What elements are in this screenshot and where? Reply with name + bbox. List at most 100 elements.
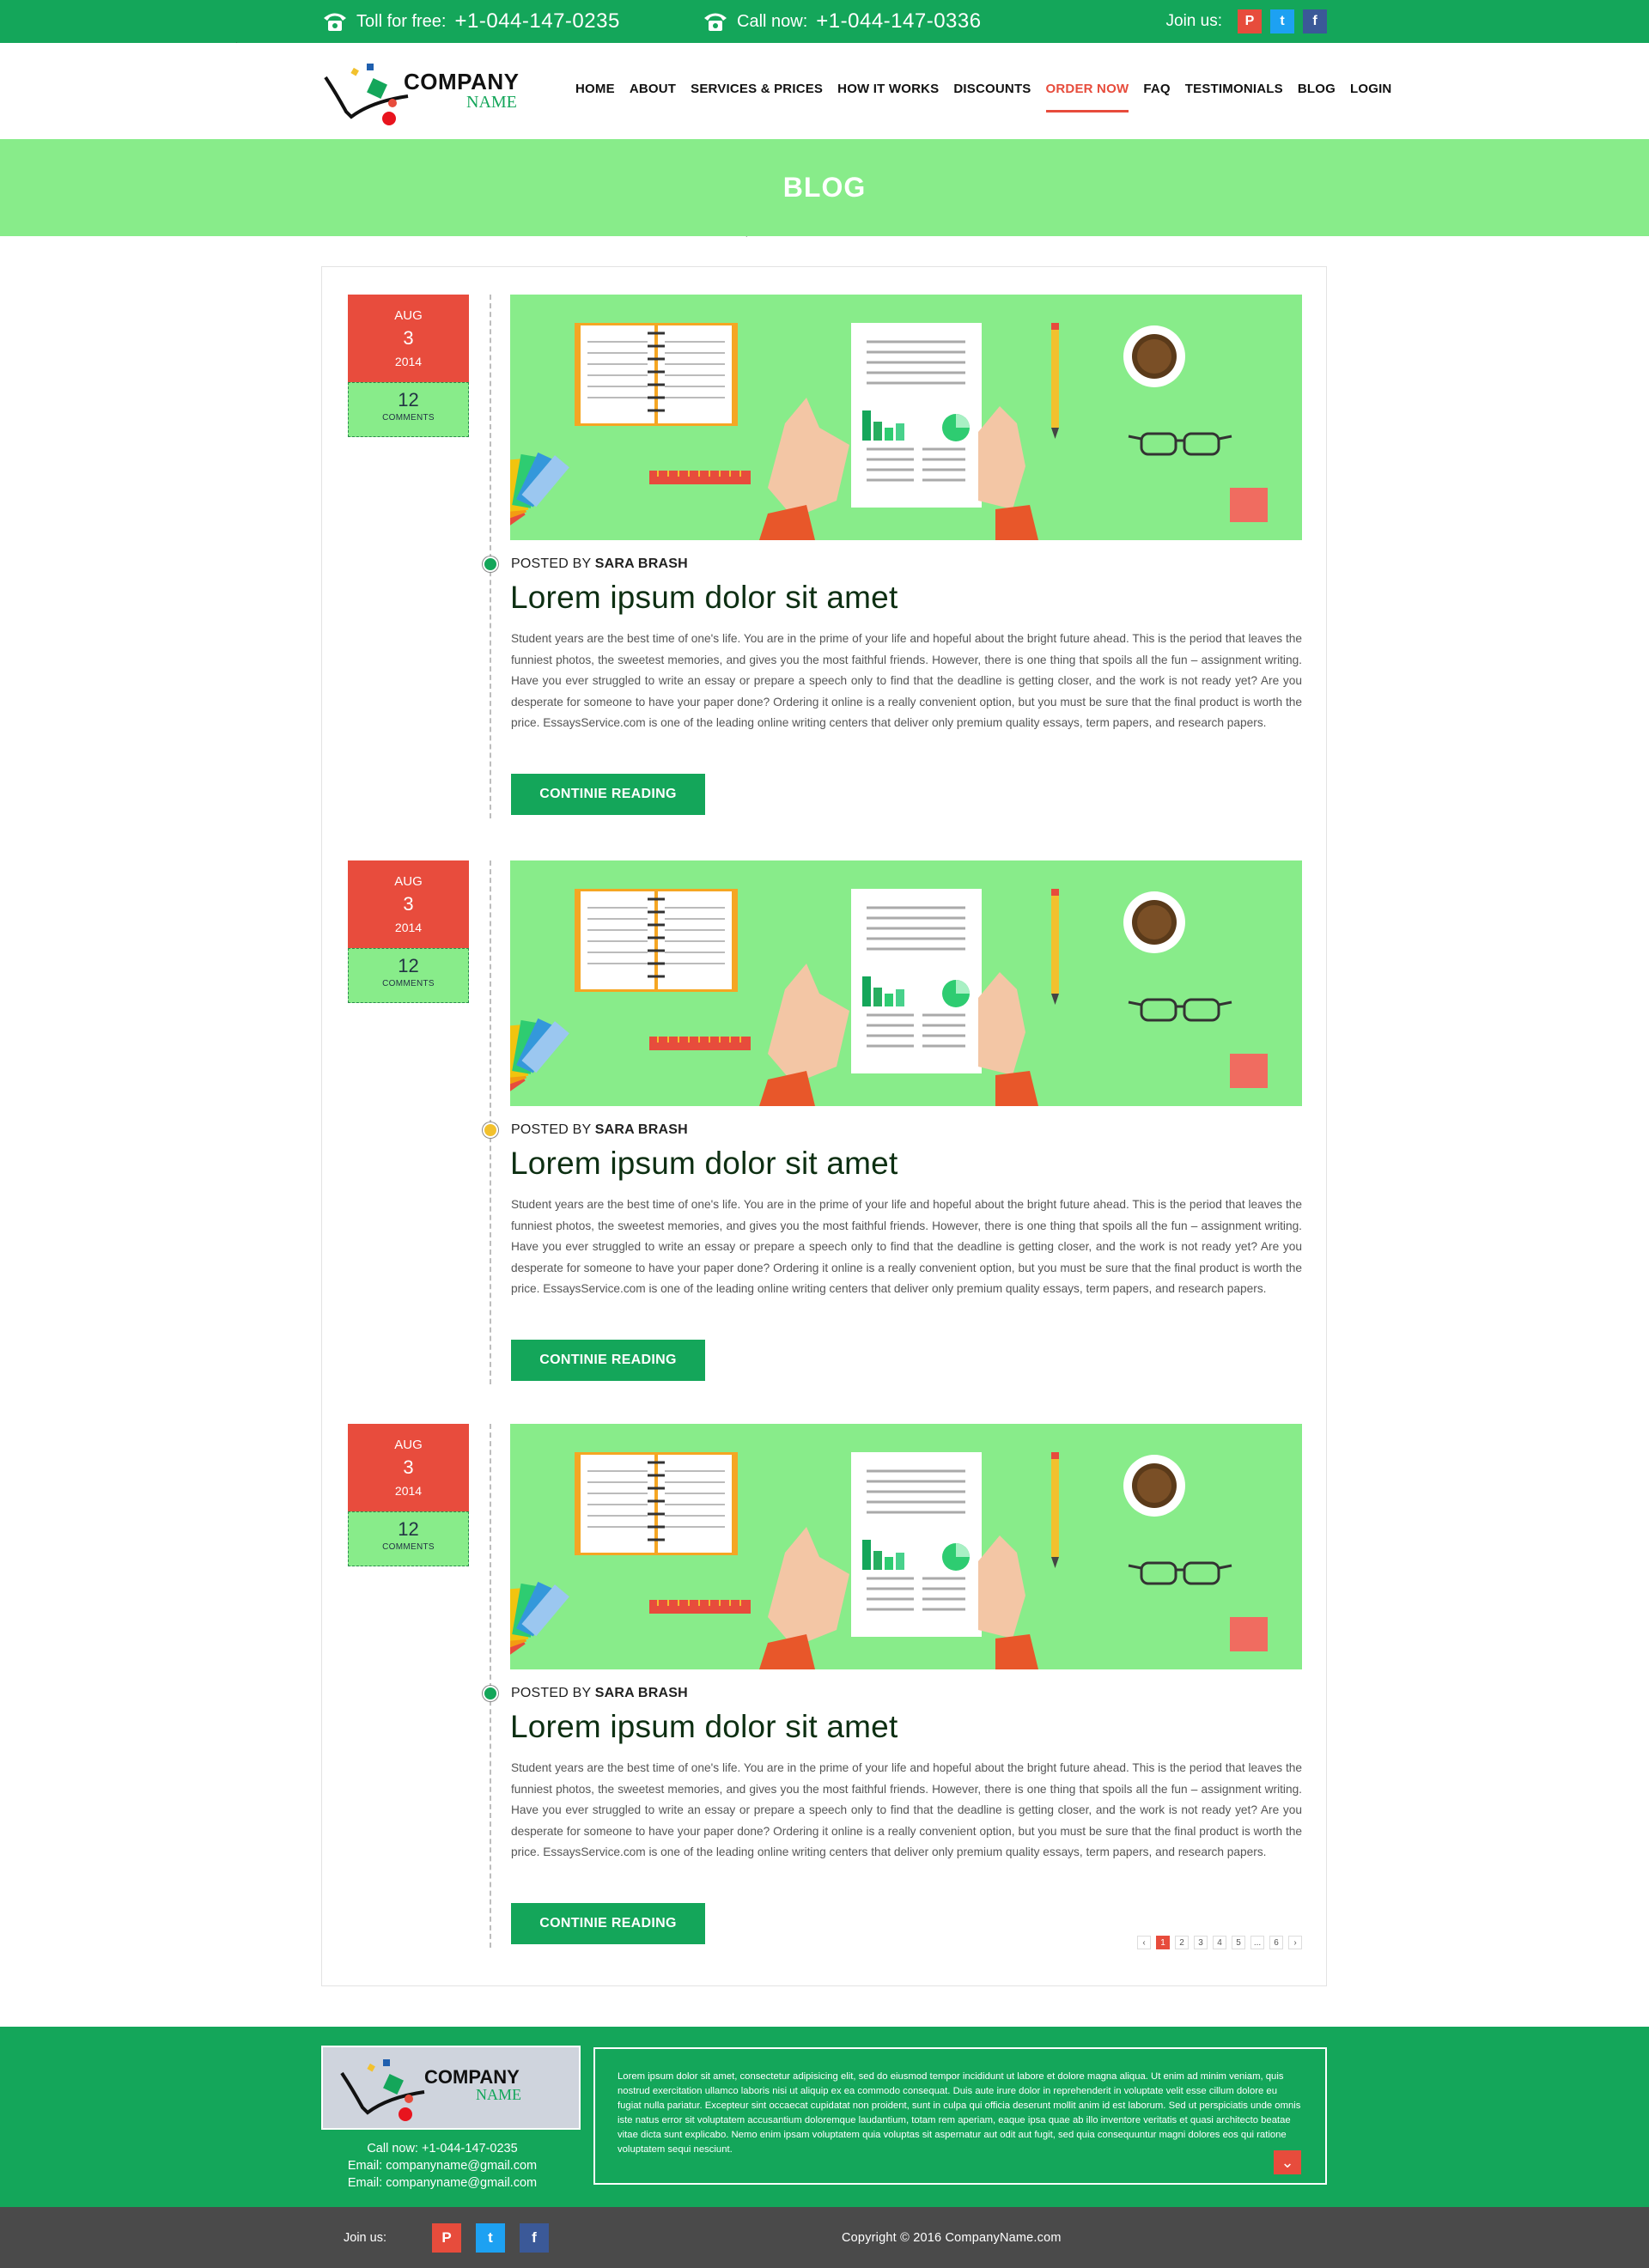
company-logo[interactable]: COMPANY NAME xyxy=(322,58,537,129)
post-year: 2014 xyxy=(394,1484,423,1498)
post-day: 3 xyxy=(403,893,414,915)
comment-count: 12 xyxy=(398,955,419,976)
chevron-down-icon[interactable]: ⌄ xyxy=(1274,2150,1301,2174)
nav-services-prices[interactable]: SERVICES & PRICES xyxy=(691,82,823,112)
logo-mark-icon xyxy=(340,2059,425,2121)
comment-label: COMMENTS xyxy=(382,979,435,988)
nav-about[interactable]: ABOUT xyxy=(630,82,676,112)
desk-illustration xyxy=(510,860,1302,1106)
nav-faq[interactable]: FAQ xyxy=(1143,82,1170,112)
facebook-icon[interactable]: f xyxy=(1303,9,1327,33)
prev-page-button[interactable]: ‹ xyxy=(1137,1936,1151,1949)
post-image[interactable] xyxy=(510,860,1302,1106)
logo-text-company: COMPANY xyxy=(404,69,520,94)
footer-about-text: Lorem ipsum dolor sit amet, consectetur … xyxy=(593,2047,1327,2185)
site-footer: COMPANY NAME Call now: +1-044-147-0235 E… xyxy=(0,2027,1649,2207)
post-month: AUG xyxy=(394,1438,423,1452)
page-banner: BLOG xyxy=(0,139,1649,236)
post-author[interactable]: SARA BRASH xyxy=(595,1686,688,1700)
posted-by-label: POSTED BY xyxy=(511,556,592,571)
facebook-icon[interactable]: f xyxy=(520,2223,549,2253)
post-image[interactable] xyxy=(510,1424,1302,1669)
pinterest-icon[interactable]: P xyxy=(432,2223,461,2253)
call-now-number[interactable]: +1-044-147-0336 xyxy=(816,9,981,33)
nav-discounts[interactable]: DISCOUNTS xyxy=(953,82,1031,112)
page-2[interactable]: 2 xyxy=(1175,1936,1189,1949)
toll-free-phone: Toll for free: +1-044-147-0235 xyxy=(322,0,620,43)
blog-post: AUG 3 2014 12 COMMENTS POSTED BY SARA BR… xyxy=(322,267,1326,818)
blog-post: AUG 3 2014 12 COMMENTS POSTED BY SARA BR… xyxy=(322,833,1326,1384)
continue-reading-button[interactable]: CONTINIE READING xyxy=(511,774,705,815)
social-links: Join us: P t f xyxy=(1166,0,1327,43)
continue-reading-button[interactable]: CONTINIE READING xyxy=(511,1903,705,1944)
toll-free-label: Toll for free: xyxy=(356,11,447,31)
post-comments[interactable]: 12 COMMENTS xyxy=(348,382,469,437)
post-excerpt: Student years are the best time of one's… xyxy=(511,632,1302,729)
page-1[interactable]: 1 xyxy=(1156,1936,1170,1949)
call-now-label: Call now: xyxy=(737,11,808,31)
post-title[interactable]: Lorem ipsum dolor sit amet xyxy=(510,1146,898,1182)
footer-call[interactable]: Call now: +1-044-147-0235 xyxy=(296,2140,588,2157)
next-page-button[interactable]: › xyxy=(1288,1936,1302,1949)
logo-text-name: NAME xyxy=(466,93,517,112)
timeline-dot xyxy=(483,556,498,572)
footer-join-label: Join us: xyxy=(344,2230,386,2245)
post-day: 3 xyxy=(403,327,414,349)
twitter-icon[interactable]: t xyxy=(1270,9,1294,33)
post-author[interactable]: SARA BRASH xyxy=(595,1122,688,1137)
page-4[interactable]: 4 xyxy=(1213,1936,1226,1949)
phone-icon xyxy=(704,13,727,31)
post-meta: POSTED BY SARA BRASH xyxy=(511,556,688,572)
copyright: Copyright © 2016 CompanyName.com xyxy=(842,2230,1062,2245)
nav-testimonials[interactable]: TESTIMONIALS xyxy=(1185,82,1283,112)
blog-list: AUG 3 2014 12 COMMENTS POSTED BY SARA BR… xyxy=(321,266,1327,1986)
site-header: COMPANY NAME HOME ABOUT SERVICES & PRICE… xyxy=(0,43,1649,139)
desk-illustration xyxy=(510,295,1302,540)
post-date: AUG 3 2014 xyxy=(348,295,469,382)
top-bar: Toll for free: +1-044-147-0235 Call now:… xyxy=(0,0,1649,43)
post-image[interactable] xyxy=(510,295,1302,540)
footer-email[interactable]: Email: companyname@gmail.com xyxy=(296,2157,588,2174)
continue-reading-button[interactable]: CONTINIE READING xyxy=(511,1340,705,1381)
post-author[interactable]: SARA BRASH xyxy=(595,556,688,571)
join-us-label: Join us: xyxy=(1165,12,1222,30)
post-excerpt: Student years are the best time of one's… xyxy=(511,1198,1302,1295)
page-3[interactable]: 3 xyxy=(1194,1936,1208,1949)
pagination: ‹ 1 2 3 4 5 ... 6 › xyxy=(1137,1936,1302,1949)
post-date: AUG 3 2014 xyxy=(348,860,469,948)
page-6[interactable]: 6 xyxy=(1269,1936,1283,1949)
nav-how-it-works[interactable]: HOW IT WORKS xyxy=(837,82,939,112)
nav-home[interactable]: HOME xyxy=(575,82,615,112)
page-ellipsis: ... xyxy=(1250,1936,1264,1949)
bottom-bar: Join us: P t f Copyright © 2016 CompanyN… xyxy=(0,2207,1649,2268)
post-day: 3 xyxy=(403,1456,414,1478)
comment-label: COMMENTS xyxy=(382,1542,435,1552)
post-comments[interactable]: 12 COMMENTS xyxy=(348,948,469,1003)
footer-logo-name: NAME xyxy=(476,2086,521,2103)
post-meta: POSTED BY SARA BRASH xyxy=(511,1686,688,1701)
nav-login[interactable]: LOGIN xyxy=(1350,82,1392,112)
pinterest-icon[interactable]: P xyxy=(1238,9,1262,33)
post-title[interactable]: Lorem ipsum dolor sit amet xyxy=(510,580,898,616)
phone-icon xyxy=(324,13,346,31)
post-date-box: AUG 3 2014 12 COMMENTS xyxy=(348,860,469,1003)
footer-logo[interactable]: COMPANY NAME xyxy=(321,2046,581,2130)
nav-blog[interactable]: BLOG xyxy=(1298,82,1336,112)
footer-paragraph: Lorem ipsum dolor sit amet, consectetur … xyxy=(618,2071,1301,2155)
timeline-dot xyxy=(483,1122,498,1138)
post-meta: POSTED BY SARA BRASH xyxy=(511,1122,688,1138)
main-nav: HOME ABOUT SERVICES & PRICES HOW IT WORK… xyxy=(575,82,1391,112)
nav-order-now[interactable]: ORDER NOW xyxy=(1045,82,1129,112)
twitter-icon[interactable]: t xyxy=(476,2223,505,2253)
footer-email[interactable]: Email: companyname@gmail.com xyxy=(296,2174,588,2192)
post-comments[interactable]: 12 COMMENTS xyxy=(348,1511,469,1566)
comment-label: COMMENTS xyxy=(382,413,435,423)
post-date-box: AUG 3 2014 12 COMMENTS xyxy=(348,295,469,437)
post-title[interactable]: Lorem ipsum dolor sit amet xyxy=(510,1709,898,1745)
toll-free-number[interactable]: +1-044-147-0235 xyxy=(454,9,619,33)
comment-count: 12 xyxy=(398,1518,419,1540)
page-5[interactable]: 5 xyxy=(1232,1936,1245,1949)
posted-by-label: POSTED BY xyxy=(511,1686,592,1700)
footer-contact: Call now: +1-044-147-0235 Email: company… xyxy=(296,2140,588,2192)
post-date: AUG 3 2014 xyxy=(348,1424,469,1511)
